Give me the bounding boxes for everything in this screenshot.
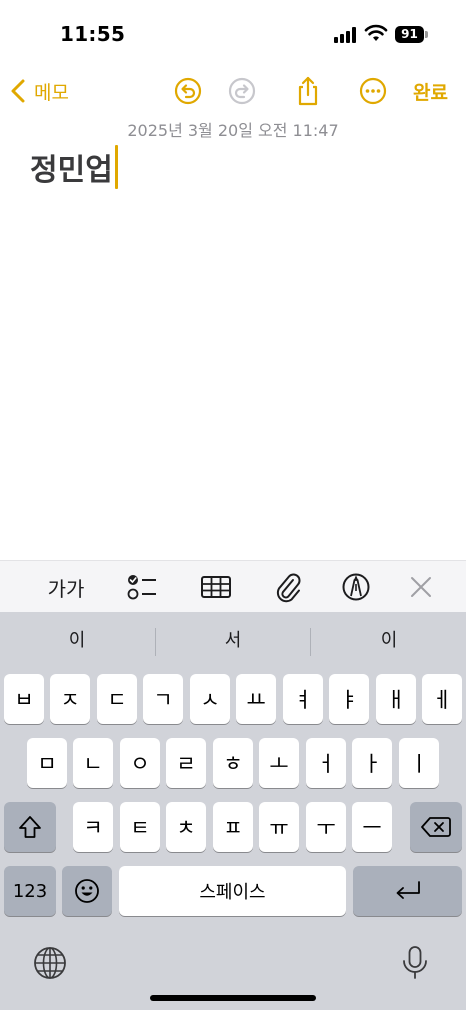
emoji-key[interactable]: [62, 866, 112, 916]
key[interactable]: ㅛ: [236, 674, 276, 724]
home-indicator[interactable]: [150, 995, 316, 1001]
nav-bar: 메모 완료: [0, 70, 466, 112]
close-icon[interactable]: [406, 571, 436, 603]
status-time: 11:55: [60, 22, 126, 46]
key[interactable]: ㅅ: [190, 674, 230, 724]
note-body[interactable]: 정민업: [30, 145, 118, 189]
key[interactable]: ㅇ: [120, 738, 160, 788]
note-date: 2025년 3월 20일 오전 11:47: [127, 121, 339, 140]
back-button-label: 메모: [34, 81, 69, 104]
return-key[interactable]: [353, 866, 462, 916]
key[interactable]: ㅗ: [259, 738, 299, 788]
globe-icon[interactable]: [32, 945, 68, 981]
delete-key[interactable]: [410, 802, 462, 852]
key[interactable]: ㄹ: [166, 738, 206, 788]
key[interactable]: ㅕ: [283, 674, 323, 724]
battery-level: 91: [395, 26, 424, 43]
markup-pen-icon[interactable]: [340, 571, 372, 603]
paperclip-icon[interactable]: [272, 571, 304, 603]
text-style-label: 가가: [47, 576, 85, 601]
text-style-button[interactable]: 가가: [44, 571, 88, 603]
checklist-icon[interactable]: [126, 571, 158, 603]
key[interactable]: ㄱ: [143, 674, 183, 724]
more-options-icon[interactable]: [357, 75, 389, 107]
done-button[interactable]: 완료: [413, 78, 448, 105]
key[interactable]: ㅊ: [166, 802, 206, 852]
shift-key[interactable]: [4, 802, 56, 852]
key[interactable]: ㅍ: [213, 802, 253, 852]
cellular-signal-icon: [334, 27, 358, 43]
microphone-icon[interactable]: [397, 945, 433, 981]
return-icon: [396, 881, 420, 899]
wifi-icon: [364, 24, 388, 41]
key[interactable]: ㄷ: [97, 674, 137, 724]
shift-icon: [19, 816, 41, 838]
prediction-3[interactable]: 이: [312, 612, 466, 670]
key[interactable]: ㅜ: [306, 802, 346, 852]
key[interactable]: ㅏ: [352, 738, 392, 788]
redo-icon[interactable]: [226, 75, 258, 107]
key[interactable]: ㅡ: [352, 802, 392, 852]
key[interactable]: ㄴ: [73, 738, 113, 788]
key[interactable]: ㅁ: [27, 738, 67, 788]
prediction-divider: [310, 628, 311, 656]
key[interactable]: ㅓ: [306, 738, 346, 788]
key[interactable]: ㅌ: [120, 802, 160, 852]
table-icon[interactable]: [200, 571, 232, 603]
numbers-key[interactable]: 123: [4, 866, 56, 916]
key[interactable]: ㅠ: [259, 802, 299, 852]
emoji-icon: [75, 879, 99, 903]
key[interactable]: ㅣ: [399, 738, 439, 788]
text-cursor: [114, 145, 118, 189]
backspace-icon: [421, 817, 451, 837]
share-icon[interactable]: [292, 75, 324, 107]
key[interactable]: ㅈ: [50, 674, 90, 724]
key[interactable]: ㅐ: [376, 674, 416, 724]
battery-icon: 91: [395, 26, 428, 43]
note-title[interactable]: 정민업: [30, 145, 113, 189]
prediction-2[interactable]: 서: [156, 612, 310, 670]
undo-icon[interactable]: [172, 75, 204, 107]
predictive-bar: 이 서 이: [0, 612, 466, 670]
back-button[interactable]: 메모: [8, 76, 69, 106]
status-bar: 11:55 91: [0, 0, 466, 62]
key[interactable]: ㅑ: [329, 674, 369, 724]
key[interactable]: ㅋ: [73, 802, 113, 852]
key[interactable]: ㅔ: [422, 674, 462, 724]
key[interactable]: ㅂ: [4, 674, 44, 724]
format-toolbar: 가가: [0, 560, 466, 612]
space-key[interactable]: 스페이스: [119, 866, 346, 916]
key[interactable]: ㅎ: [213, 738, 253, 788]
prediction-1[interactable]: 이: [0, 612, 154, 670]
keyboard: 이 서 이 ㅂ ㅈ ㄷ ㄱ ㅅ ㅛ ㅕ ㅑ ㅐ ㅔ ㅁ ㄴ ㅇ ㄹ ㅎ ㅗ ㅓ …: [0, 612, 466, 1010]
chevron-left-icon: [11, 79, 25, 103]
